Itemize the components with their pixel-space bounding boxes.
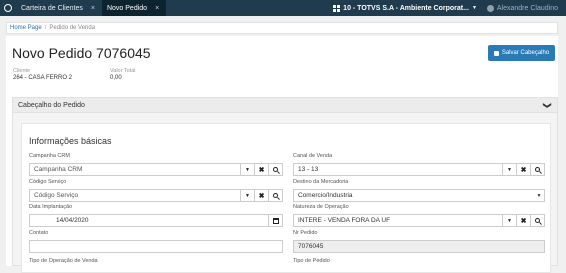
calendar-icon[interactable] — [268, 215, 282, 226]
chevron-down-icon[interactable]: ▼ — [502, 164, 516, 175]
avatar — [486, 4, 494, 12]
natureza-operacao-label: Natureza de Operação — [293, 204, 349, 210]
clear-icon[interactable]: ✖ — [254, 164, 268, 175]
section-title: Cabeçalho do Pedido — [18, 101, 85, 109]
main-panel: Novo Pedido 7076045 Salvar Cabeçalho Cli… — [6, 36, 558, 273]
tab-carteira-de-clientes[interactable]: Carteira de Clientes × — [16, 0, 102, 16]
campanha-crm-label: Campanha CRM — [29, 153, 70, 159]
campanha-crm-field[interactable]: Campanha CRM ▼ ✖ — [29, 163, 283, 176]
chevron-down-icon[interactable]: ▼ — [240, 164, 254, 175]
nr-pedido-label: Nr Pedido — [293, 230, 318, 236]
breadcrumb-current: Pedido de Venda — [49, 25, 96, 31]
destino-mercadoria-label: Destino da Mercadoria — [293, 179, 349, 185]
valor-total-value: 0,00 — [110, 75, 122, 81]
tab-novo-pedido[interactable]: Novo Pedido × — [101, 0, 167, 16]
tipo-pedido-label: Tipo de Pedido — [293, 258, 330, 264]
search-icon[interactable] — [268, 164, 282, 175]
chevron-down-icon[interactable]: ▼ — [502, 215, 516, 226]
page-title: Novo Pedido 7076045 — [12, 45, 151, 61]
data-implantacao-field[interactable]: 14/04/2020 — [29, 214, 283, 227]
company-grid-icon — [333, 4, 341, 12]
group-title: Informações básicas — [29, 136, 112, 146]
tab-label: Carteira de Clientes — [21, 4, 83, 12]
canal-venda-label: Canal de Venda — [293, 153, 333, 159]
breadcrumb-separator: / — [44, 25, 47, 31]
cliente-value: 264 - CASA FERRO 2 — [13, 75, 73, 81]
canal-venda-field[interactable]: 13 - 13 ▼ ✖ — [293, 163, 545, 176]
company-name: 10 - TOTVS S.A - Ambiente Corporat... — [343, 4, 469, 12]
user-menu[interactable]: Alexandre Claudino — [486, 4, 566, 12]
chevron-down-icon[interactable]: ▼ — [534, 193, 544, 199]
chevron-down-icon[interactable]: ❯ — [543, 102, 552, 109]
save-icon — [493, 50, 499, 56]
breadcrumb: Home Page / Pedido de Venda — [6, 22, 558, 34]
search-icon[interactable] — [268, 190, 282, 201]
section-header[interactable]: Cabeçalho do Pedido ❯ — [13, 98, 557, 113]
close-icon[interactable]: × — [91, 5, 95, 12]
nr-pedido-field: 7076045 — [293, 240, 545, 253]
chevron-down-icon[interactable]: ▼ — [240, 190, 254, 201]
cliente-label: Cliente — [13, 68, 31, 74]
codigo-servico-field[interactable]: Código Serviço ▼ ✖ — [29, 189, 283, 202]
data-implantacao-label: Data Implantação — [29, 204, 73, 210]
destino-mercadoria-select[interactable]: Comercio/Industria ▼ — [293, 189, 545, 202]
clear-icon[interactable]: ✖ — [254, 190, 268, 201]
cliente-info: Cliente 264 - CASA FERRO 2 — [13, 68, 72, 81]
top-navigation-bar: Carteira de Clientes × Novo Pedido × 10 … — [0, 0, 566, 16]
breadcrumb-home-link[interactable]: Home Page — [10, 25, 42, 31]
close-icon[interactable]: × — [155, 5, 159, 12]
save-header-button[interactable]: Salvar Cabeçalho — [488, 45, 555, 61]
valor-total-label: Valor Total — [110, 68, 136, 74]
search-icon[interactable] — [530, 164, 544, 175]
search-icon[interactable] — [530, 215, 544, 226]
company-selector[interactable]: 10 - TOTVS S.A - Ambiente Corporat... ▼ — [333, 4, 487, 12]
nr-pedido-value: 7076045 — [298, 243, 324, 250]
save-header-label: Salvar Cabeçalho — [501, 50, 550, 56]
user-name: Alexandre Claudino — [496, 4, 558, 12]
canal-venda-value: 13 - 13 — [298, 166, 319, 173]
valor-total-info: Valor Total 0,00 — [110, 68, 135, 81]
informacoes-basicas-panel: Informações básicas Campanha CRM Campanh… — [21, 123, 551, 273]
natureza-operacao-field[interactable]: INTERE - VENDA FORA DA UF ▼ ✖ — [293, 214, 545, 227]
chevron-down-icon: ▼ — [471, 5, 477, 11]
tab-label: Novo Pedido — [106, 4, 148, 12]
natureza-operacao-value: INTERE - VENDA FORA DA UF — [298, 217, 391, 224]
codigo-servico-value: Código Serviço — [34, 192, 79, 199]
clear-icon[interactable]: ✖ — [516, 164, 530, 175]
campanha-crm-value: Campanha CRM — [34, 166, 83, 173]
app-logo-icon[interactable] — [0, 0, 16, 16]
cabecalho-section: Cabeçalho do Pedido ❯ Informações básica… — [12, 97, 558, 273]
tipo-operacao-label: Tipo de Operação de Venda — [29, 258, 98, 264]
data-implantacao-value: 14/04/2020 — [56, 217, 89, 224]
codigo-servico-label: Código Serviço — [29, 179, 67, 185]
destino-mercadoria-value: Comercio/Industria — [298, 192, 353, 199]
clear-icon[interactable]: ✖ — [516, 215, 530, 226]
contato-label: Contato — [29, 230, 49, 236]
contato-field[interactable] — [29, 240, 283, 253]
